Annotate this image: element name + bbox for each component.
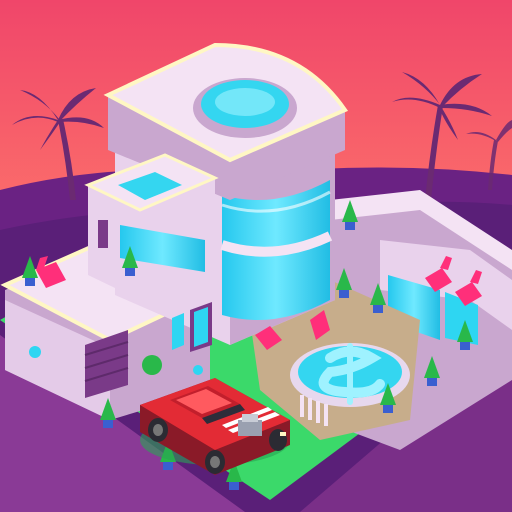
mansion-illustration <box>0 0 512 512</box>
porthole-window <box>29 346 41 358</box>
plant-icon <box>142 355 162 375</box>
tall-window <box>172 313 184 350</box>
pool-icon <box>193 78 297 138</box>
porthole-window <box>193 365 203 375</box>
window-slit <box>98 220 108 248</box>
mansion-scene <box>0 0 512 512</box>
